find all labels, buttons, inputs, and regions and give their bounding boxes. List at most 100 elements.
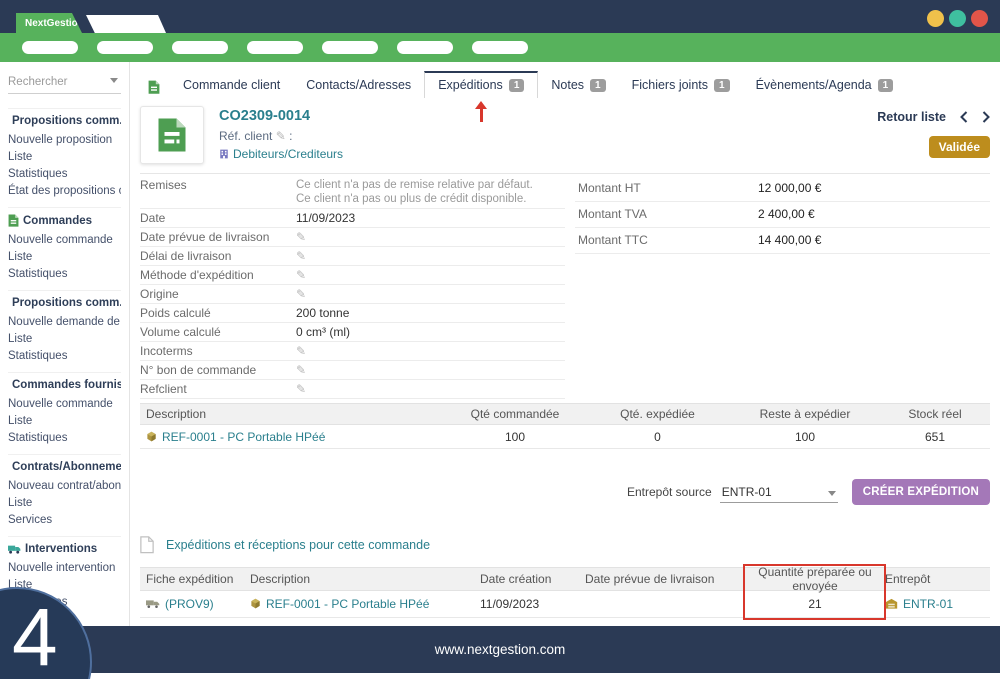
sidebar-item[interactable]: Nouvelle demande de prix — [8, 314, 121, 331]
window-dot-yellow[interactable] — [927, 10, 944, 27]
search-dropdown-caret-icon[interactable] — [110, 78, 118, 83]
edit-pencil-icon[interactable]: ✎ — [296, 344, 306, 358]
sidebar-section-title[interactable]: Commandes fournis... — [12, 379, 121, 391]
sidebar-item[interactable]: Nouvelle commande — [8, 396, 121, 413]
select-caret-icon — [828, 491, 836, 496]
sidebar-section-propales: Propositions comm... Nouvelle propositio… — [8, 108, 121, 207]
order-reference: CO2309-0014 — [219, 108, 343, 124]
object-banner: CO2309-0014 Réf. client ✎ : Debiteurs/Cr… — [140, 106, 990, 164]
back-to-list-link[interactable]: Retour liste — [877, 110, 946, 124]
amount-row: Montant TTC 14 400,00 € — [575, 228, 990, 254]
edit-pencil-icon[interactable]: ✎ — [296, 268, 306, 282]
intervention-truck-icon — [8, 545, 21, 554]
shipment-truck-icon — [146, 599, 160, 609]
credit-note: Ce client n'a pas ou plus de crédit disp… — [296, 192, 533, 206]
app-window: NextGestion Propositions comm.. — [0, 0, 1000, 679]
sidebar-section-contrats: Contrats/Abonneme... Nouveau contrat/abo… — [8, 454, 121, 536]
search-input[interactable] — [8, 76, 104, 88]
create-shipment-button[interactable]: CRÉER EXPÉDITION — [852, 479, 990, 505]
sidebar-item[interactable]: Nouvelle proposition — [8, 132, 121, 149]
tab-evenements-agenda[interactable]: Évènements/Agenda1 — [743, 73, 907, 98]
shipment-qty: 21 — [745, 597, 885, 611]
sidebar-item[interactable]: Liste — [8, 149, 121, 166]
shipments-table-header: Fiche expédition Description Date créati… — [140, 567, 990, 591]
nav-menu-pill[interactable] — [97, 41, 153, 54]
shipments-section-title[interactable]: Expéditions et réceptions pour cette com… — [140, 536, 990, 554]
sidebar-item[interactable]: Statistiques — [8, 348, 121, 365]
sidebar-item[interactable]: Statistiques — [8, 430, 121, 447]
window-dot-teal[interactable] — [949, 10, 966, 27]
window-dots — [927, 10, 988, 27]
sidebar-section-title[interactable]: Contrats/Abonneme... — [12, 461, 121, 473]
sidebar-item[interactable]: Nouvelle intervention — [8, 560, 121, 577]
sidebar-item[interactable]: Nouvelle commande — [8, 232, 121, 249]
sidebar-section-title[interactable]: Propositions comm... — [12, 115, 121, 127]
sidebar-item[interactable]: Liste — [8, 413, 121, 430]
sidebar-item[interactable]: Nouveau contrat/abonn. — [8, 478, 121, 495]
edit-pencil-icon[interactable]: ✎ — [296, 249, 306, 263]
amount-row: Montant HT 12 000,00 € — [575, 176, 990, 202]
field-row: Délai de livraison ✎ — [140, 247, 565, 266]
sidebar-item[interactable]: Statistiques — [8, 266, 121, 283]
nav-menu-pill[interactable] — [22, 41, 78, 54]
qty-remaining: 100 — [730, 430, 880, 444]
shipment-row: (PROV9) REF-0001 - PC Portable HPéé 11/0… — [140, 591, 990, 618]
document-outline-icon — [140, 536, 154, 554]
edit-pencil-icon[interactable]: ✎ — [296, 382, 306, 396]
product-cube-icon — [250, 598, 261, 609]
main-menu-bar — [0, 33, 1000, 62]
nav-menu-pill[interactable] — [247, 41, 303, 54]
tab-contacts-adresses[interactable]: Contacts/Adresses — [293, 73, 424, 98]
banner-separator — [140, 173, 990, 174]
sidebar-section-title[interactable]: Commandes — [23, 215, 92, 227]
product-link[interactable]: REF-0001 - PC Portable HPéé — [266, 597, 429, 611]
create-shipment-action: Entrepôt source ENTR-01 CRÉER EXPÉDITION — [140, 479, 990, 505]
sidebar-item[interactable]: Liste — [8, 249, 121, 266]
tab-count-badge: 1 — [509, 79, 525, 92]
tab-bar: Commande client Contacts/Adresses Expédi… — [140, 73, 990, 98]
nav-menu-pill[interactable] — [397, 41, 453, 54]
thirdparty-link[interactable]: Debiteurs/Crediteurs — [219, 147, 343, 161]
sidebar-item[interactable]: Liste — [8, 495, 121, 512]
tab-commande-client[interactable]: Commande client — [170, 73, 293, 98]
edit-pencil-icon[interactable]: ✎ — [296, 230, 306, 244]
edit-pencil-icon[interactable]: ✎ — [296, 363, 306, 377]
real-stock: 651 — [880, 430, 990, 444]
sidebar-search — [8, 70, 121, 94]
tab-notes[interactable]: Notes1 — [538, 73, 618, 98]
warehouse-select[interactable]: ENTR-01 — [720, 482, 838, 503]
sidebar-item[interactable]: Statistiques — [8, 166, 121, 183]
shipment-date-created: 11/09/2023 — [480, 597, 585, 611]
field-row: Date 11/09/2023 — [140, 209, 565, 228]
tab-count-badge: 1 — [714, 79, 730, 92]
sidebar-item[interactable]: Liste — [8, 331, 121, 348]
edit-pencil-icon[interactable]: ✎ — [276, 129, 286, 143]
field-row: Origine ✎ — [140, 285, 565, 304]
window-dot-red[interactable] — [971, 10, 988, 27]
nav-menu-pill[interactable] — [322, 41, 378, 54]
amount-tva: 2 400,00 € — [758, 207, 815, 221]
field-row: N° bon de commande ✎ — [140, 361, 565, 380]
warehouse-link[interactable]: ENTR-01 — [903, 597, 953, 611]
chevron-left-icon[interactable] — [960, 111, 968, 123]
company-building-icon — [219, 149, 229, 159]
sidebar-item[interactable]: Services — [8, 512, 121, 529]
sidebar-section-title[interactable]: Interventions — [25, 543, 97, 555]
tab-fichiers-joints[interactable]: Fichiers joints1 — [619, 73, 743, 98]
order-doc-icon — [157, 117, 187, 153]
edit-pencil-icon[interactable]: ✎ — [296, 287, 306, 301]
footer-bar: www.nextgestion.com — [0, 626, 1000, 673]
shipment-ref-link[interactable]: (PROV9) — [165, 597, 214, 611]
order-icon — [8, 214, 19, 227]
chevron-right-icon[interactable] — [982, 111, 990, 123]
tab-expeditions[interactable]: Expéditions1 — [424, 71, 538, 98]
step-number: 4 — [12, 597, 58, 679]
nav-menu-pill[interactable] — [172, 41, 228, 54]
object-photo-card — [140, 106, 204, 164]
tab-count-badge: 1 — [878, 79, 894, 92]
sidebar-section-title[interactable]: Propositions comm... — [12, 297, 121, 309]
order-date: 11/09/2023 — [296, 211, 355, 225]
product-link[interactable]: REF-0001 - PC Portable HPéé — [146, 430, 325, 444]
nav-menu-pill[interactable] — [472, 41, 528, 54]
sidebar-item[interactable]: État des propositions co... — [8, 183, 121, 200]
